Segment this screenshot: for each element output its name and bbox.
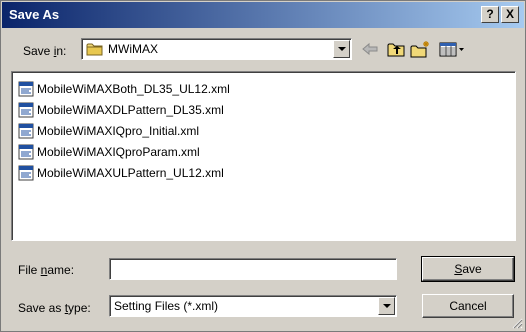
save-in-value: MWiMAX bbox=[108, 42, 158, 56]
save-button[interactable]: Save bbox=[421, 256, 515, 282]
close-button[interactable]: X bbox=[501, 6, 519, 23]
file-name-label: File name: bbox=[18, 263, 74, 277]
save-in-label-suffix: n: bbox=[56, 44, 67, 58]
views-menu-icon[interactable] bbox=[437, 39, 467, 59]
file-name-text: MobileWiMAXIQproParam.xml bbox=[37, 145, 200, 159]
resize-grip-icon[interactable] bbox=[511, 317, 523, 329]
save-button-label: ave bbox=[462, 262, 482, 276]
save-as-type-label-prefix: Save as bbox=[18, 301, 65, 315]
save-as-type-label-suffix: ype: bbox=[68, 301, 91, 315]
xml-file-icon bbox=[18, 81, 34, 97]
dialog-title: Save As bbox=[9, 7, 60, 22]
cancel-button[interactable]: Cancel bbox=[422, 294, 514, 318]
up-folder-icon[interactable] bbox=[385, 39, 407, 59]
xml-file-icon bbox=[18, 165, 34, 181]
folder-icon bbox=[86, 43, 103, 56]
save-in-label: Save in: bbox=[23, 44, 66, 58]
save-in-label-prefix: Save bbox=[23, 44, 54, 58]
file-name-label-suffix: ame: bbox=[47, 263, 75, 277]
save-as-type-value: Setting Files (*.xml) bbox=[114, 299, 219, 313]
title-bar[interactable]: Save As ? X bbox=[2, 2, 524, 28]
file-item[interactable]: MobileWiMAXULPattern_UL12.xml bbox=[18, 164, 224, 182]
chevron-down-icon[interactable] bbox=[378, 297, 395, 315]
file-name-text: MobileWiMAXIQpro_Initial.xml bbox=[37, 124, 200, 138]
back-arrow-icon[interactable] bbox=[359, 39, 381, 59]
file-item[interactable]: MobileWiMAXDLPattern_DL35.xml bbox=[18, 101, 224, 119]
file-item[interactable]: MobileWiMAXIQproParam.xml bbox=[18, 143, 200, 161]
help-button[interactable]: ? bbox=[481, 6, 499, 23]
file-item[interactable]: MobileWiMAXBoth_DL35_UL12.xml bbox=[18, 80, 230, 98]
save-as-type-dropdown[interactable]: Setting Files (*.xml) bbox=[109, 295, 397, 317]
file-name-text: MobileWiMAXDLPattern_DL35.xml bbox=[37, 103, 224, 117]
file-item[interactable]: MobileWiMAXIQpro_Initial.xml bbox=[18, 122, 199, 140]
xml-file-icon bbox=[18, 102, 34, 118]
file-name-input[interactable] bbox=[109, 258, 397, 280]
file-name-label-prefix: File bbox=[18, 263, 41, 277]
new-folder-icon[interactable] bbox=[409, 39, 431, 59]
save-in-dropdown[interactable]: MWiMAX bbox=[81, 38, 352, 60]
file-name-text: MobileWiMAXBoth_DL35_UL12.xml bbox=[37, 82, 230, 96]
xml-file-icon bbox=[18, 144, 34, 160]
chevron-down-icon[interactable] bbox=[333, 40, 350, 58]
file-name-text: MobileWiMAXULPattern_UL12.xml bbox=[37, 166, 224, 180]
file-list[interactable]: MobileWiMAXBoth_DL35_UL12.xml MobileWiMA… bbox=[11, 71, 516, 241]
save-as-type-label: Save as type: bbox=[18, 301, 91, 315]
xml-file-icon bbox=[18, 123, 34, 139]
save-as-dialog: Save As ? X Save in: MWiMAX MobileWiMAXB… bbox=[0, 0, 526, 332]
